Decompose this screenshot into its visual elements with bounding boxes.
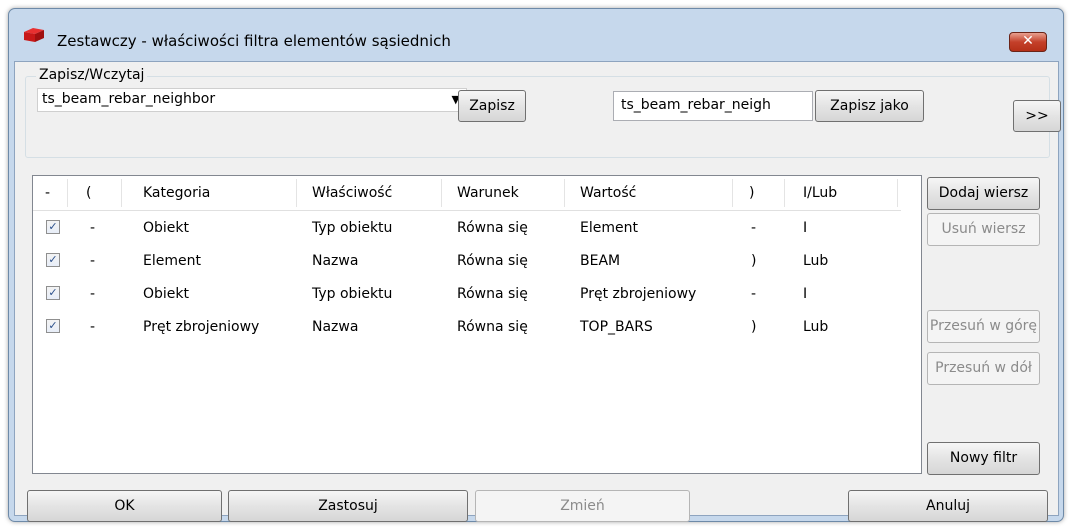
app-icon [24,28,44,42]
condition-cell[interactable]: Równa się [457,220,528,236]
column-divider[interactable] [564,179,565,207]
cancel-button[interactable]: Anuluj [848,490,1048,522]
row-enabled-checkbox[interactable]: ✓ [46,319,60,333]
and-or-cell[interactable]: Lub [803,253,828,269]
preset-dropdown-value: ts_beam_rebar_neighbor [42,91,216,107]
column-divider[interactable] [121,179,122,207]
table-row[interactable]: ✓ - Obiekt Typ obiektu Równa się Pręt zb… [33,280,901,313]
row-enabled-checkbox[interactable]: ✓ [46,253,60,267]
column-header[interactable]: ( [86,185,91,201]
add-row-button[interactable]: Dodaj wiersz [927,177,1040,210]
column-header[interactable]: Warunek [457,185,519,201]
row-enabled-checkbox[interactable]: ✓ [46,286,60,300]
value-cell[interactable]: Pręt zbrojeniowy [580,286,696,302]
category-cell[interactable]: Obiekt [143,286,189,302]
value-cell[interactable]: TOP_BARS [580,319,653,335]
close-bracket-cell[interactable]: - [751,286,756,302]
open-bracket-cell[interactable]: - [90,253,95,269]
category-cell[interactable]: Pręt zbrojeniowy [143,319,259,335]
open-bracket-cell[interactable]: - [90,286,95,302]
value-cell[interactable]: BEAM [580,253,620,269]
and-or-cell[interactable]: Lub [803,319,828,335]
and-or-cell[interactable]: I [803,220,807,236]
column-divider[interactable] [441,179,442,207]
save-load-legend: Zapisz/Wczytaj [36,67,148,83]
property-cell[interactable]: Typ obiektu [312,286,392,302]
condition-cell[interactable]: Równa się [457,253,528,269]
modify-button[interactable]: Zmień [475,490,690,522]
column-divider[interactable] [897,179,898,207]
dialog-window: Zestawczy - właściwości filtra elementów… [8,8,1064,522]
column-header[interactable]: I/Lub [803,185,837,201]
column-divider[interactable] [296,179,297,207]
preset-dropdown[interactable]: ts_beam_rebar_neighbor ▼ [37,88,467,112]
column-header[interactable]: Wartość [580,185,636,201]
save-as-name-value: ts_beam_rebar_neigh [621,97,771,113]
close-button[interactable]: ✕ [1009,32,1047,52]
condition-cell[interactable]: Równa się [457,286,528,302]
column-divider[interactable] [67,179,68,207]
column-header[interactable]: - [45,185,50,201]
row-enabled-checkbox[interactable]: ✓ [46,220,60,234]
close-bracket-cell[interactable]: - [751,220,756,236]
table-header: - ( Kategoria Właściwość Warunek Wartość… [33,176,901,211]
open-bracket-cell[interactable]: - [90,220,95,236]
category-cell[interactable]: Obiekt [143,220,189,236]
ok-button[interactable]: OK [27,490,222,522]
property-cell[interactable]: Nazwa [312,253,358,269]
value-cell[interactable]: Element [580,220,638,236]
filter-rules-table[interactable]: - ( Kategoria Właściwość Warunek Wartość… [32,175,922,474]
condition-cell[interactable]: Równa się [457,319,528,335]
title-bar[interactable]: Zestawczy - właściwości filtra elementów… [9,9,1063,59]
save-as-name-input[interactable]: ts_beam_rebar_neigh [613,91,813,121]
category-cell[interactable]: Element [143,253,201,269]
table-row[interactable]: ✓ - Element Nazwa Równa się BEAM ) Lub [33,247,901,280]
open-bracket-cell[interactable]: - [90,319,95,335]
table-row[interactable]: ✓ - Pręt zbrojeniowy Nazwa Równa się TOP… [33,313,901,346]
close-bracket-cell[interactable]: ) [751,319,756,335]
property-cell[interactable]: Nazwa [312,319,358,335]
property-cell[interactable]: Typ obiektu [312,220,392,236]
apply-button[interactable]: Zastosuj [228,490,468,522]
close-bracket-cell[interactable]: ) [751,253,756,269]
remove-row-button[interactable]: Usuń wiersz [927,213,1040,246]
move-down-button[interactable]: Przesuń w dół [927,352,1040,385]
window-title: Zestawczy - właściwości filtra elementów… [57,32,451,50]
expand-button[interactable]: >> [1013,100,1061,132]
column-divider[interactable] [732,179,733,207]
column-header[interactable]: ) [749,185,754,201]
table-row[interactable]: ✓ - Obiekt Typ obiektu Równa się Element… [33,214,901,247]
dialog-body: Zapisz/Wczytaj ts_beam_rebar_neighbor ▼ … [14,61,1061,522]
new-filter-button[interactable]: Nowy filtr [927,442,1040,475]
column-divider[interactable] [784,179,785,207]
move-up-button[interactable]: Przesuń w górę [927,310,1040,343]
save-button[interactable]: Zapisz [458,90,526,122]
column-header[interactable]: Właściwość [312,185,392,201]
and-or-cell[interactable]: I [803,286,807,302]
column-header[interactable]: Kategoria [143,185,210,201]
save-as-button[interactable]: Zapisz jako [815,90,924,122]
